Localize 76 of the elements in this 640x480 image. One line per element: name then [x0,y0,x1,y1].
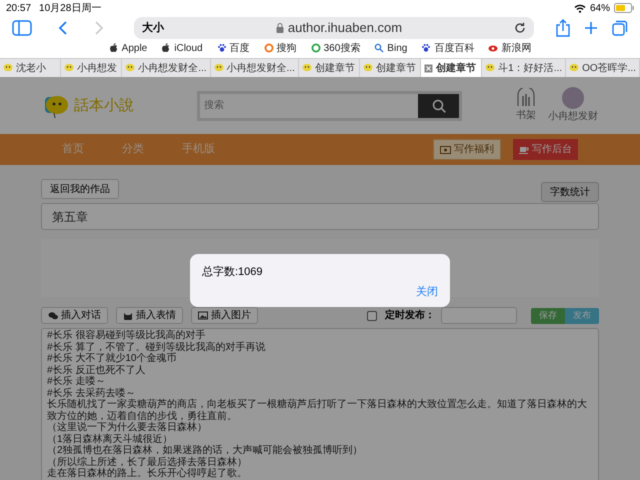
insert-button[interactable]: 插入表情 [116,307,183,324]
address-bar[interactable]: 大小 author.ihuaben.com [134,17,534,39]
close-icon[interactable] [424,64,434,72]
bookmark-link[interactable]: 搜狗 [264,40,297,56]
browser-tab[interactable]: 小冉想发财全... [210,59,299,77]
bookmark-link[interactable]: 360搜索 [310,40,360,56]
insert-button[interactable]: 插入图片 [191,307,258,324]
search-icon [374,43,384,53]
status-date: 10月28日周一 [39,2,102,16]
cup-icon [519,145,529,154]
word-count-button[interactable]: 字数统计 [541,182,599,202]
chat-icon [48,311,58,320]
user-link[interactable]: 小冉想发财 [548,87,598,124]
speech-bubble-icon [485,63,496,73]
bookshelf-icon [516,88,536,108]
circle-logo-icon [264,43,274,53]
bookmark-link[interactable]: iCloud [161,40,203,56]
bookmark-link[interactable]: 新浪网 [488,40,532,56]
bookmark-link[interactable]: 百度 [216,40,250,56]
text-line: #长乐 很容易碰到等级比我高的对手 [47,330,206,342]
ticket-icon [440,146,451,154]
welfare-button[interactable]: 写作福利 [433,139,501,160]
speech-bubble-icon [214,63,224,73]
apple-logo-icon [108,43,119,53]
wifi-icon [574,4,586,12]
text-size-button[interactable]: 大小 [142,20,164,36]
share-icon[interactable] [556,19,570,37]
insert-button[interactable]: 插入对话 [41,307,108,324]
text-line: 长乐随机找了一家卖糖葫芦的商店，向老板买了一根糖葫芦后打听了一下落日森林的大致位置怎么走。知道了落日森林的大致方位的她，迈着自信的步伐，勇往直前。 [47,399,588,422]
tabs-icon[interactable] [612,20,628,36]
paw-icon [421,43,432,53]
text-line: 走在落日森林的路上。长乐开心得哼起了歌。 [47,468,248,480]
text-line: （这里说一下为什么要去落日森林） [47,422,208,434]
bookmark-link[interactable]: 百度百科 [421,40,474,56]
image-icon [198,311,208,320]
paw-icon [216,43,227,53]
text-line: #长乐 走喽～ [47,376,106,388]
schedule-time-field[interactable] [441,307,517,324]
word-total-text: 总字数:1069 [202,264,263,280]
chapter-title-field[interactable]: 第五章 [41,203,599,230]
new-tab-icon[interactable] [584,21,598,35]
apple-logo-icon [161,43,172,53]
text-line: （1落日森林离天斗城很近） [47,434,174,444]
back-icon[interactable] [58,20,68,36]
close-dialog-button[interactable]: 关闭 [416,284,438,300]
text-line: #长乐 去采药去喽～ [47,388,136,398]
battery-percent: 64% [590,2,610,16]
back-to-works-button[interactable]: 返回我的作品 [41,179,119,199]
reload-icon[interactable] [514,22,526,34]
schedule-label: 定时发布： [385,308,435,323]
schedule-checkbox[interactable] [367,310,377,320]
url-text: author.ihuaben.com [288,19,402,38]
cat-face-icon [123,311,133,320]
lock-icon [276,23,284,33]
speech-bubble-icon [302,63,312,73]
eye-icon [488,43,498,53]
text-line: #长乐 反正也死不了人 [47,364,146,376]
bookmark-link[interactable]: Bing [374,40,408,56]
sidebar-icon[interactable] [12,20,32,36]
speech-bubble-icon [64,63,74,73]
bookshelf-link[interactable]: 书架 [516,88,536,123]
ring-icon [310,43,321,53]
text-line: （所以综上所述，长了最后选择去落日森林） [47,456,248,468]
text-line: #长乐 大不了就少10个金魂币 [47,353,178,364]
text-line: （2独孤博也在落日森林，如果迷路的话，大声喊可能会被独孤博听到） [47,445,364,456]
site-logo-text: 話本小說 [74,95,134,116]
speech-bubble-icon [3,63,13,73]
chapter-text-area[interactable] [41,328,599,480]
battery-icon [614,3,634,13]
speech-bubble-icon [569,63,580,73]
speech-bubble-icon [125,63,136,73]
speech-bubble-icon [362,63,373,73]
text-line: #长乐 算了，不管了。碰到等级比我高的对手再说 [47,342,266,352]
status-time: 20:57 [6,2,32,16]
browser-tab[interactable]: 创建章节 [421,59,482,77]
bookmark-link[interactable]: Apple [108,40,148,56]
